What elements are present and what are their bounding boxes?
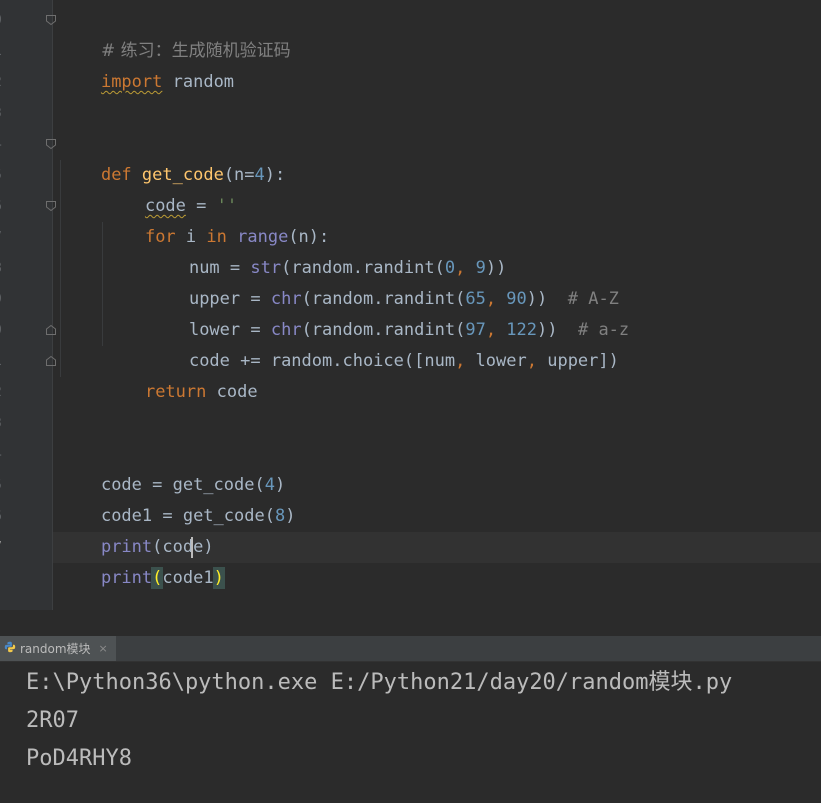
- params-close: ):: [264, 165, 286, 185]
- fold-marker-icon[interactable]: [45, 200, 57, 212]
- line-number: 2: [0, 377, 6, 408]
- keyword-return: return: [144, 382, 207, 402]
- code-line[interactable]: code = get_code(4): [60, 439, 285, 495]
- line-number: 1: [0, 346, 6, 377]
- fold-end-marker-icon[interactable]: [45, 324, 57, 336]
- panel-separator[interactable]: [0, 610, 821, 637]
- matched-bracket: (: [151, 567, 164, 589]
- console-line: PoD4RHY8: [26, 746, 132, 771]
- line-number: 1: [0, 36, 6, 67]
- code-line[interactable]: num = str(random.randint(0, 9)): [148, 222, 506, 278]
- line-number: 4: [0, 129, 6, 160]
- number: 8: [274, 506, 286, 526]
- arg: code1: [162, 568, 214, 588]
- code-editor[interactable]: 0 1 2 3 4 5 6 7 8 9 0 1 2 3 4 5 6 7 # 练习…: [0, 0, 821, 610]
- builtin: print: [100, 568, 153, 588]
- run-console[interactable]: E:\Python36\python.exe E:/Python21/day20…: [0, 662, 821, 803]
- number: 4: [254, 165, 265, 185]
- code-line[interactable]: # 练习：生成随机验证码: [60, 5, 291, 61]
- variable: code: [206, 382, 258, 402]
- keyword-import: import: [100, 72, 163, 92]
- text-caret: [191, 537, 193, 558]
- line-number: 0: [0, 315, 6, 346]
- code-line[interactable]: lower = chr(random.randint(97, 122)) # a…: [148, 284, 629, 340]
- comma: ,: [455, 351, 476, 371]
- console-line: E:\Python36\python.exe E:/Python21/day20…: [26, 670, 733, 695]
- code-line[interactable]: print(code): [60, 501, 214, 557]
- run-tab[interactable]: random模块 ×: [0, 636, 116, 661]
- line-number: 0: [0, 5, 6, 36]
- code-line[interactable]: code1 = get_code(8): [60, 470, 296, 526]
- fold-end-marker-icon[interactable]: [45, 355, 57, 367]
- line-number: 9: [0, 284, 6, 315]
- run-tab-bar: random模块 ×: [0, 636, 821, 662]
- fold-marker-icon[interactable]: [45, 14, 57, 26]
- code-line[interactable]: return code: [104, 346, 258, 402]
- line-number-current: 7: [0, 532, 6, 563]
- indent-guide: [102, 222, 103, 346]
- comma: ,: [526, 351, 548, 371]
- arg: lower: [475, 351, 527, 371]
- code-line[interactable]: def get_code(n=4):: [60, 129, 285, 185]
- fold-marker-icon[interactable]: [45, 138, 57, 150]
- line-number: 6: [0, 501, 6, 532]
- line-number-gutter[interactable]: 0 1 2 3 4 5 6 7 8 9 0 1 2 3 4 5 6 7: [0, 0, 53, 610]
- line-number: 3: [0, 408, 6, 439]
- matched-bracket: ): [212, 567, 225, 589]
- line-number: 5: [0, 470, 6, 501]
- close-icon[interactable]: ×: [99, 642, 108, 655]
- code-line[interactable]: upper = chr(random.randint(65, 90)) # A-…: [148, 253, 619, 309]
- module-name: random: [172, 72, 235, 92]
- line-number: 2: [0, 67, 6, 98]
- line-number: 8: [0, 253, 6, 284]
- python-file-icon: [4, 641, 16, 656]
- line-number: 6: [0, 191, 6, 222]
- line-number: 4: [0, 439, 6, 470]
- line-number: 5: [0, 160, 6, 191]
- line-number: 7: [0, 222, 6, 253]
- code-line[interactable]: code += random.choice([num, lower, upper…: [148, 315, 619, 371]
- line-number: 3: [0, 98, 6, 129]
- run-tab-label: random模块: [20, 642, 91, 656]
- code-line-current[interactable]: print(code1): [60, 532, 225, 589]
- code-line[interactable]: import random: [60, 36, 234, 92]
- close: ): [285, 506, 296, 526]
- code-line[interactable]: code = '': [104, 160, 237, 216]
- console-line: 2R07: [26, 708, 79, 733]
- arg: upper]): [547, 351, 619, 371]
- code-line[interactable]: for i in range(n):: [104, 191, 329, 247]
